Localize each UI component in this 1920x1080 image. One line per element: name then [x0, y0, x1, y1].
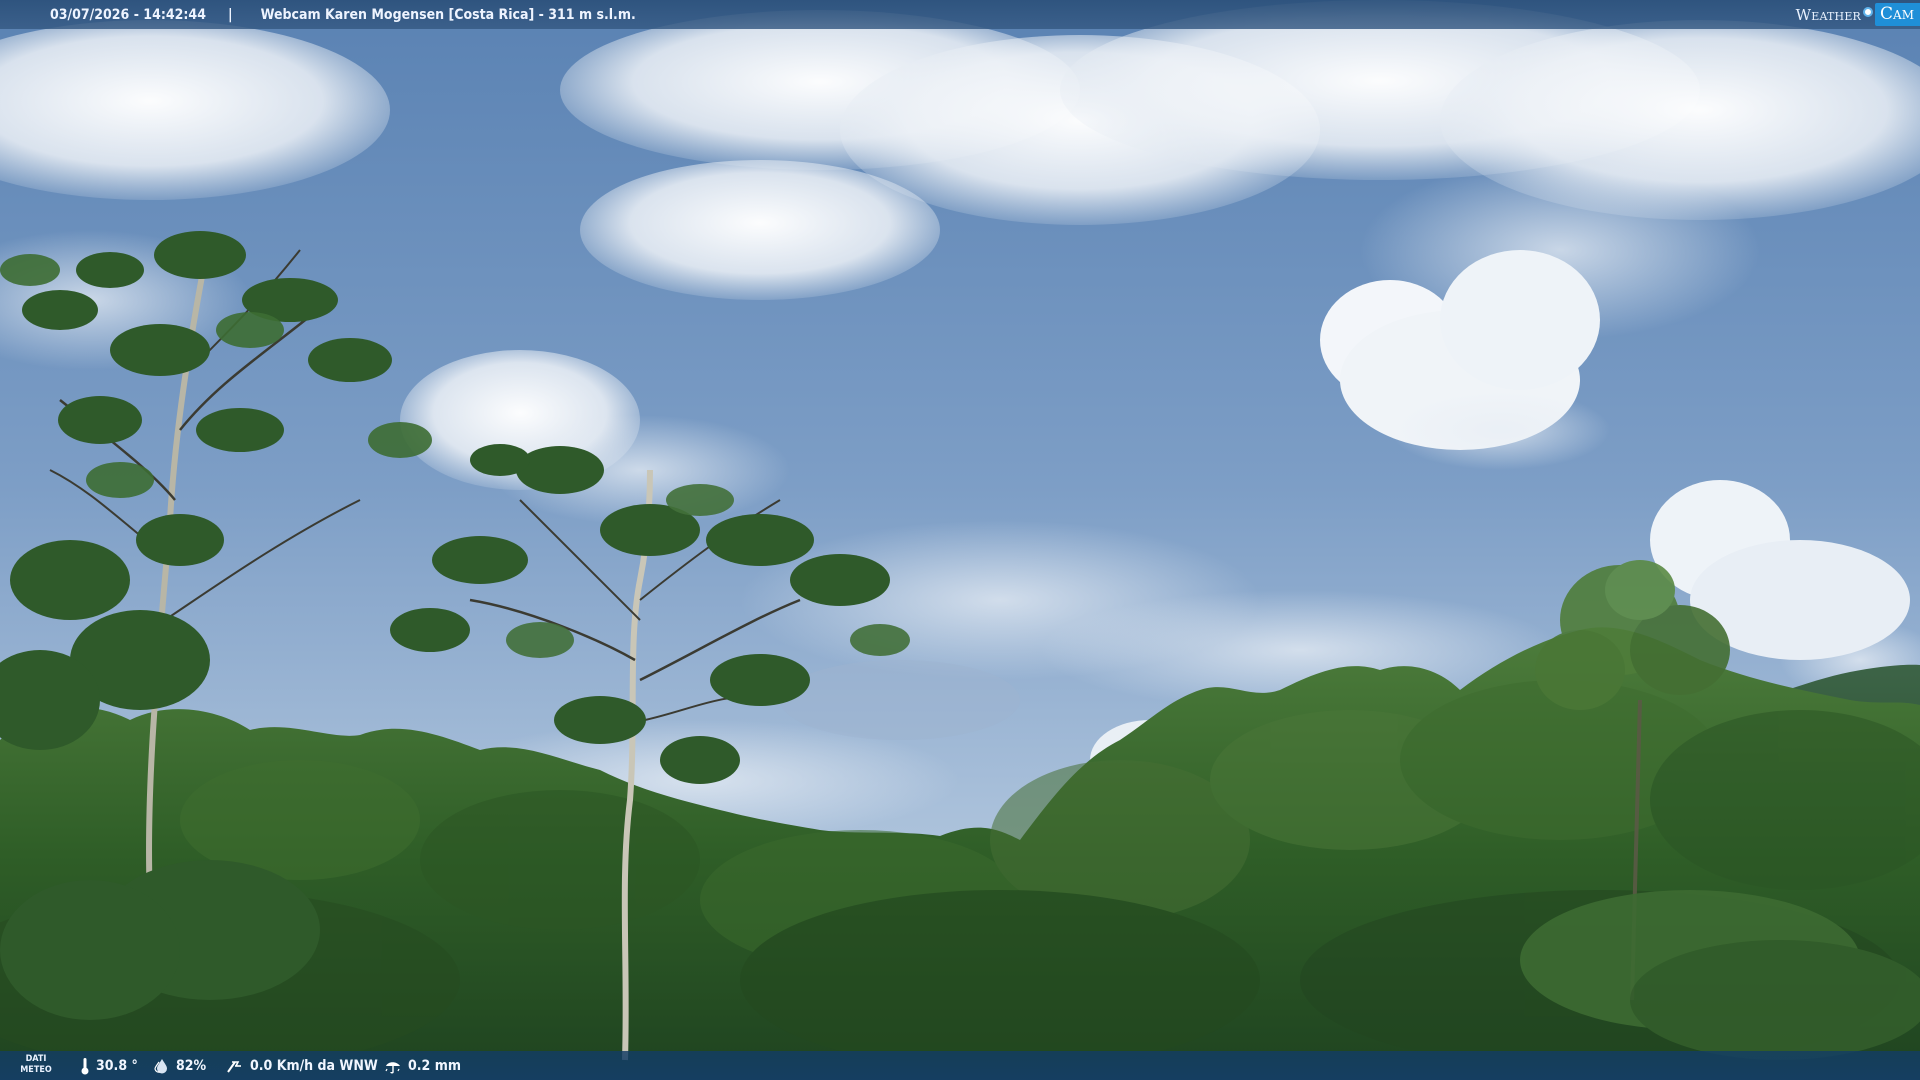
rain-reading: 0.2 mm [384, 1051, 461, 1080]
wind-value: 0.0 Km/h da WNW [250, 1057, 378, 1074]
weather-data-label: DATI METEO [18, 1054, 54, 1076]
temperature-reading: 30.8 ° [80, 1051, 138, 1080]
weathercam-logo: Weather Cam [1796, 0, 1920, 29]
header-info: 03/07/2026 - 14:42:44 | Webcam Karen Mog… [50, 0, 636, 29]
timestamp: 03/07/2026 - 14:42:44 [50, 6, 206, 23]
header-separator: | [227, 6, 233, 23]
bottom-weather-bar: DATI METEO 30.8 ° 82% 0.0 Km/h da WNW 0.… [0, 1051, 1920, 1080]
webcam-scene [0, 0, 1920, 1080]
humidity-drop-icon [154, 1058, 167, 1073]
rain-icon [385, 1061, 400, 1073]
humidity-value: 82% [176, 1057, 207, 1074]
logo-sun-icon [1863, 6, 1874, 17]
camera-title: Webcam Karen Mogensen [Costa Rica] - 311… [260, 6, 636, 23]
wind-reading: 0.0 Km/h da WNW [226, 1051, 378, 1080]
top-overlay-bar: 03/07/2026 - 14:42:44 | Webcam Karen Mog… [0, 0, 1920, 29]
thermometer-icon [81, 1057, 89, 1074]
weather-data-label-line2: METEO [20, 1065, 52, 1075]
logo-weather-text: Weather [1795, 5, 1862, 24]
logo-cam-text: Cam [1875, 3, 1920, 26]
temperature-value: 30.8 ° [96, 1057, 138, 1074]
weather-data-label-line1: DATI [25, 1054, 47, 1064]
webcam-frame: 03/07/2026 - 14:42:44 | Webcam Karen Mog… [0, 0, 1920, 1080]
rain-value: 0.2 mm [408, 1057, 461, 1074]
humidity-reading: 82% [154, 1051, 206, 1080]
wind-icon [227, 1060, 241, 1073]
